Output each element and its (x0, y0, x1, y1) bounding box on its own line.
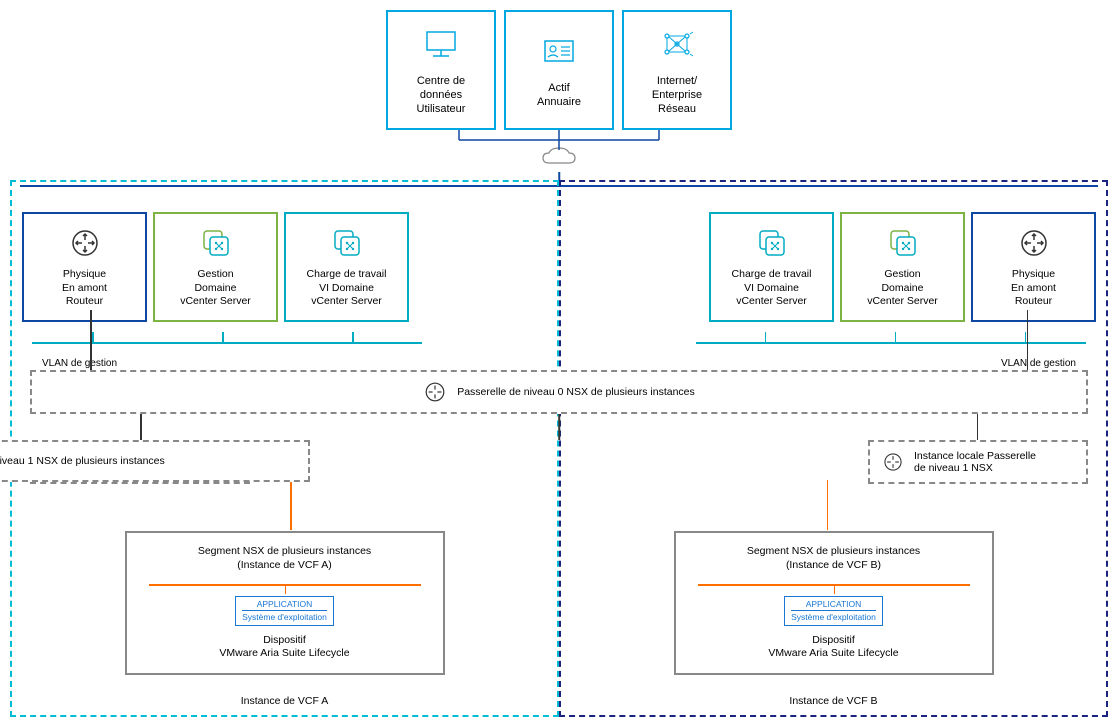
vcf-a-app-l1: APPLICATION (242, 599, 327, 611)
tier0-gateway-box: Passerelle de niveau 0 NSX de plusieurs … (30, 370, 1088, 414)
top-connectors (439, 130, 679, 150)
vcf-a-app-l2: Système d'exploitation (242, 612, 327, 622)
vcf-a-segment-title: Segment NSX de plusieurs instances(Insta… (139, 545, 431, 572)
vcf-a-components-row: PhysiqueEn amontRouteur GestionDomainevC… (22, 212, 547, 322)
vcenter-icon (200, 225, 232, 260)
vcf-a-segment-box: Segment NSX de plusieurs instances(Insta… (125, 531, 445, 675)
vcf-b-segment-box: Segment NSX de plusieurs instances(Insta… (674, 531, 994, 675)
top-entities-row: Centre dedonnéesUtilisateur ActifAnnuair… (10, 10, 1108, 130)
tier0-label: Passerelle de niveau 0 NSX de plusieurs … (457, 386, 695, 398)
tier1-multi-gateway-box: Passerelle de niveau 1 NSX de plusieurs … (0, 440, 310, 482)
active-directory-box: ActifAnnuaire (504, 10, 614, 130)
conn-t1-seg-b (827, 480, 829, 530)
router-icon (1019, 225, 1049, 260)
vcf-b-router-box: PhysiqueEn amontRouteur (971, 212, 1096, 322)
vcf-b-vi-label: Charge de travailVI DomainevCenter Serve… (732, 268, 812, 309)
vcf-a-vi-vcenter-box: Charge de travailVI DomainevCenter Serve… (284, 212, 409, 322)
vcf-a-instance-label: Instance de VCF A (241, 695, 329, 707)
vcf-a-vlan-label: VLAN de gestion (42, 358, 547, 369)
datacenter-label: Centre dedonnéesUtilisateur (417, 74, 466, 117)
vcf-b-dispositif-label: DispositifVMware Aria Suite Lifecycle (688, 634, 980, 661)
vcf-a-router-box: PhysiqueEn amontRouteur (22, 212, 147, 322)
tier1-multi-label: Passerelle de niveau 1 NSX de plusieurs … (0, 455, 165, 467)
vcf-a-app-box: APPLICATION Système d'exploitation (235, 596, 334, 625)
internet-network-box: Internet/EnterpriseRéseau (622, 10, 732, 130)
vcenter-icon (756, 225, 788, 260)
monitor-icon (423, 24, 459, 64)
vcenter-icon (887, 225, 919, 260)
vcf-b-app-l2: Système d'exploitation (791, 612, 876, 622)
vcf-a-mgmt-vcenter-box: GestionDomainevCenter Server (153, 212, 278, 322)
vcf-b-segment-title: Segment NSX de plusieurs instances(Insta… (688, 545, 980, 572)
directory-label: ActifAnnuaire (537, 81, 581, 110)
id-card-icon (541, 31, 577, 71)
vcf-a-router-label: PhysiqueEn amontRouteur (62, 268, 107, 309)
tier1-local-b-box: Instance locale Passerellede niveau 1 NS… (868, 440, 1088, 484)
tier1-local-b-label: Instance locale Passerellede niveau 1 NS… (914, 450, 1036, 474)
router-icon (70, 225, 100, 260)
vcenter-icon (331, 225, 363, 260)
router-icon (882, 451, 904, 473)
vcf-a-mgmt-label: GestionDomainevCenter Server (180, 268, 251, 309)
network-label: Internet/EnterpriseRéseau (652, 74, 702, 117)
vcf-b-mgmt-vcenter-box: GestionDomainevCenter Server (840, 212, 965, 322)
vcf-b-vlan-label: VLAN de gestion (571, 358, 1076, 369)
vcf-b-vi-vcenter-box: Charge de travailVI DomainevCenter Serve… (709, 212, 834, 322)
vcf-b-instance-label: Instance de VCF B (789, 695, 877, 707)
vcf-b-app-box: APPLICATION Système d'exploitation (784, 596, 883, 625)
conn-b-router-t0 (1027, 310, 1029, 370)
nsx-architecture-diagram: Centre dedonnéesUtilisateur ActifAnnuair… (10, 10, 1108, 718)
router-icon (423, 380, 447, 404)
vcf-b-app-l1: APPLICATION (791, 599, 876, 611)
conn-a-router-t0 (90, 310, 92, 370)
vcf-a-vi-label: Charge de travailVI DomainevCenter Serve… (307, 268, 387, 309)
vcf-b-components-row: Charge de travailVI DomainevCenter Serve… (571, 212, 1096, 322)
vcf-b-mgmt-label: GestionDomainevCenter Server (867, 268, 938, 309)
datacenter-user-box: Centre dedonnéesUtilisateur (386, 10, 496, 130)
vcf-a-dispositif-label: DispositifVMware Aria Suite Lifecycle (139, 634, 431, 661)
instances-container: PhysiqueEn amontRouteur GestionDomainevC… (10, 180, 1108, 717)
network-mesh-icon (659, 24, 695, 64)
conn-t1-seg-a (290, 480, 292, 530)
vcf-b-router-label: PhysiqueEn amontRouteur (1011, 268, 1056, 309)
